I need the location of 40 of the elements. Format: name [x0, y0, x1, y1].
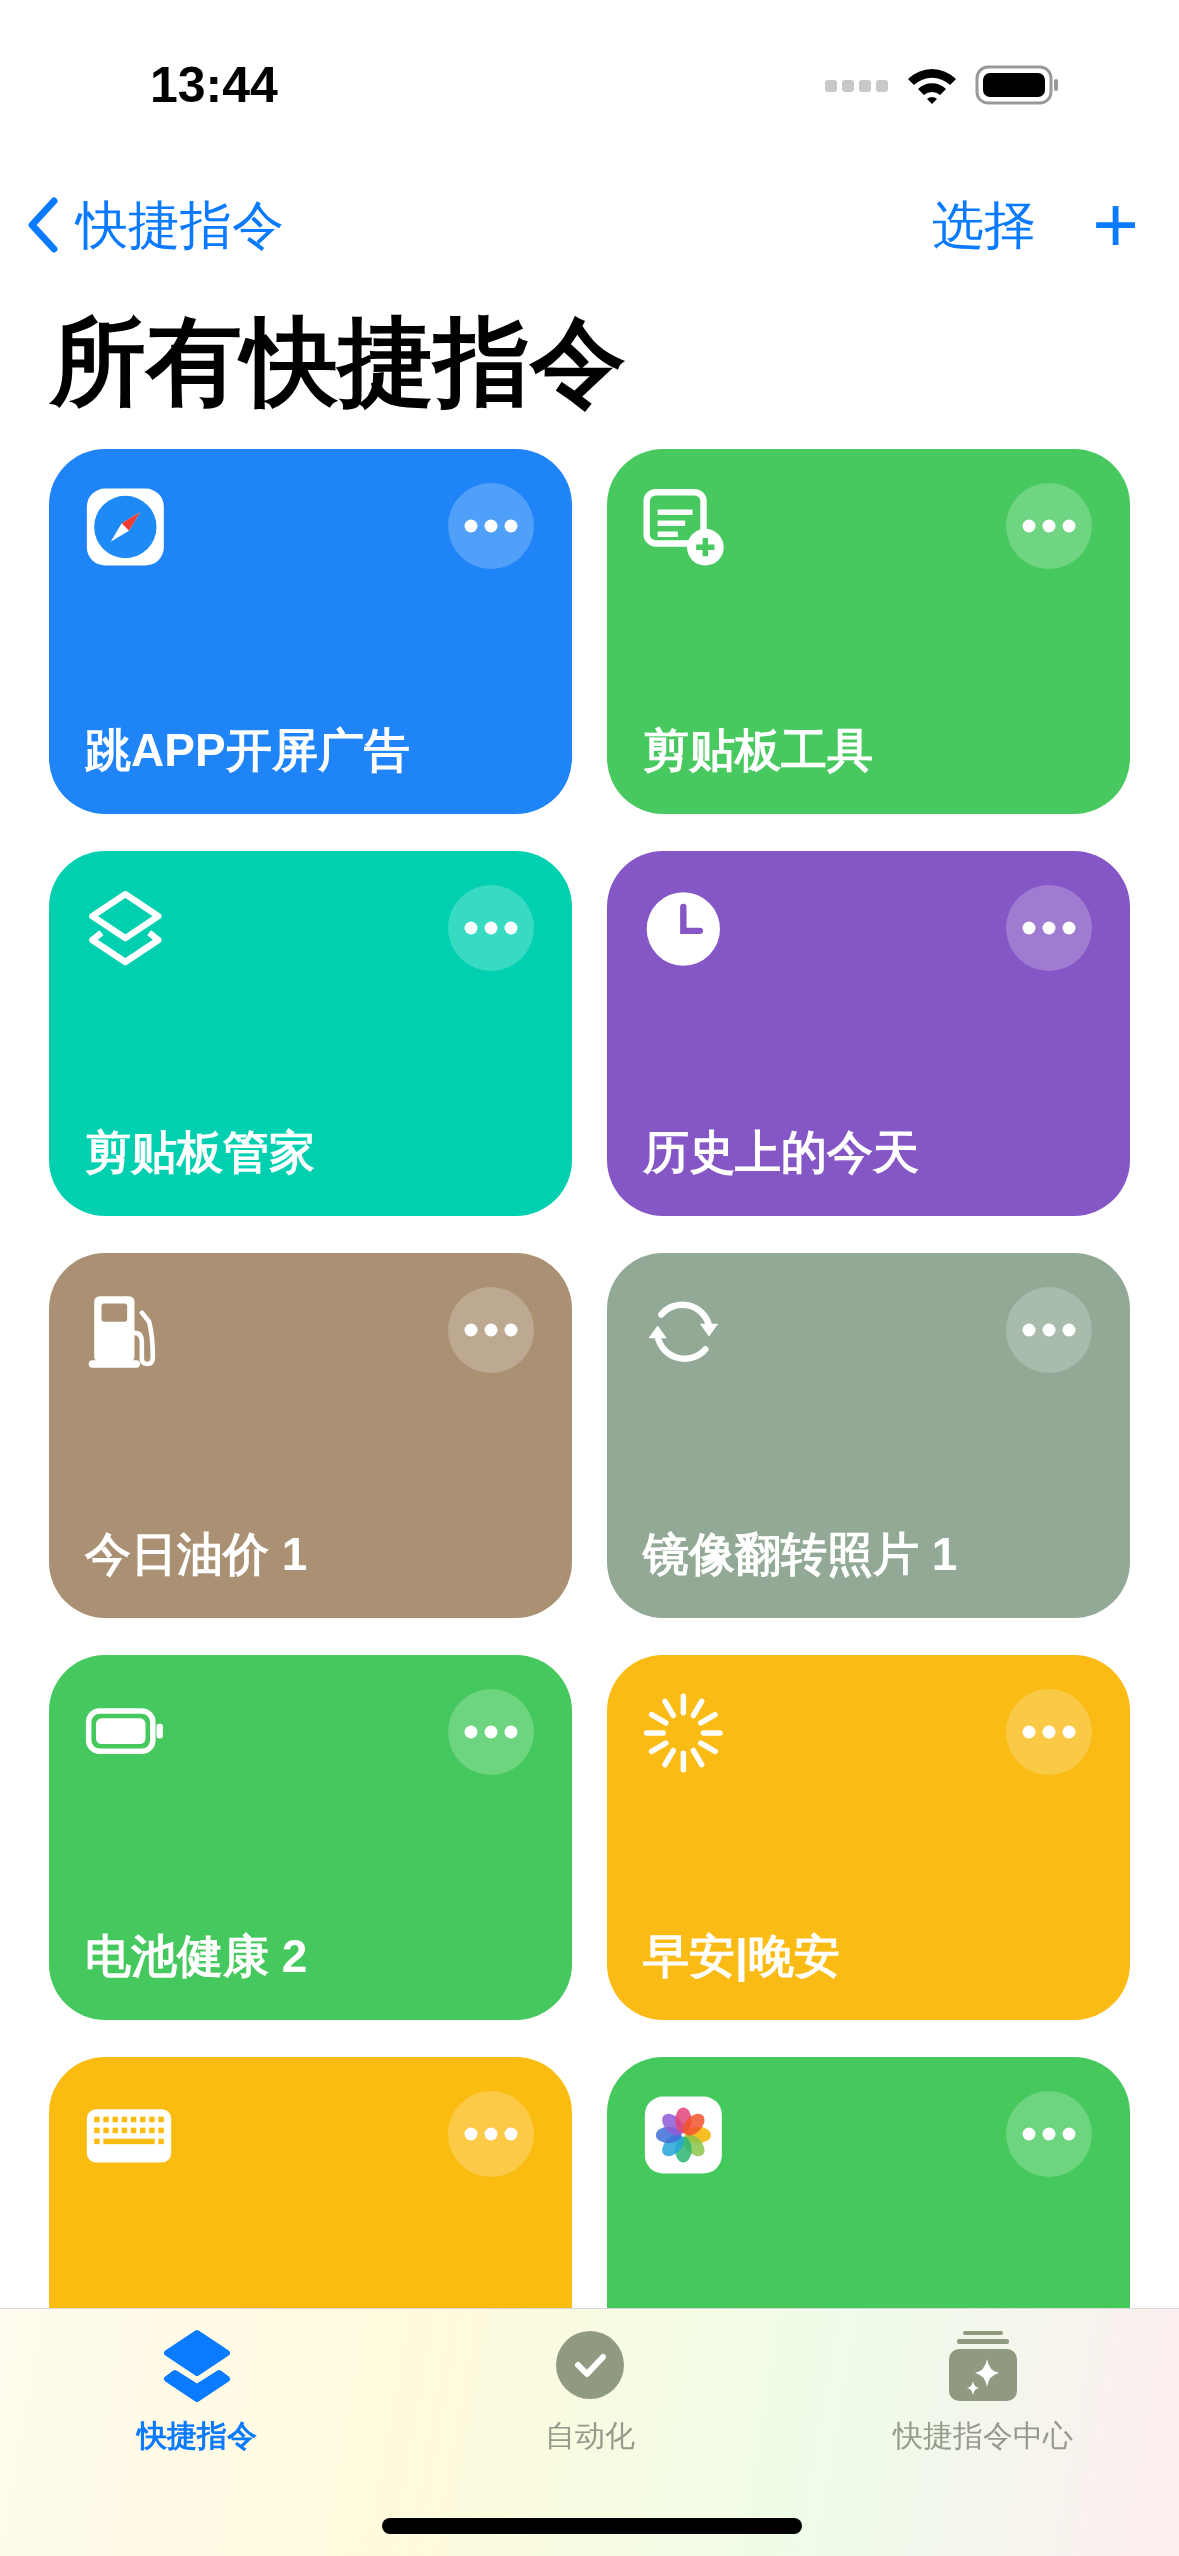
shortcut-title: 早安|晚安	[643, 1928, 841, 1984]
back-button[interactable]: 快捷指令	[26, 193, 284, 257]
shortcut-card[interactable]: 今日油价 1	[49, 1252, 572, 1618]
add-button[interactable]: +	[1092, 185, 1139, 265]
shortcut-card[interactable]: 剪贴板工具	[607, 448, 1130, 814]
shortcut-card[interactable]: 镜像翻转照片 1	[607, 1252, 1130, 1618]
ellipsis-icon	[464, 518, 518, 533]
ellipsis-icon	[1022, 2126, 1076, 2141]
cellular-icon	[825, 78, 889, 92]
shortcut-title: 历史上的今天	[643, 1124, 920, 1180]
ellipsis-icon	[1022, 518, 1076, 533]
shortcut-title: 跳APP开屏广告	[85, 722, 411, 778]
sparkle-card-icon	[946, 2329, 1019, 2403]
status-time: 13:44	[150, 55, 278, 115]
shortcut-card[interactable]: 剪贴板管家	[49, 850, 572, 1216]
page-title: 所有快捷指令	[50, 307, 627, 417]
ellipsis-icon	[1022, 920, 1076, 935]
shortcut-card[interactable]	[49, 2056, 572, 2308]
shortcut-card[interactable]: 早安|晚安	[607, 1654, 1130, 2020]
shortcut-card[interactable]	[607, 2056, 1130, 2308]
shortcut-card[interactable]: 跳APP开屏广告	[49, 448, 572, 814]
ellipsis-icon	[464, 2126, 518, 2141]
ellipsis-icon	[1022, 1322, 1076, 1337]
shortcut-title: 今日油价 1	[85, 1526, 309, 1582]
shortcut-title: 镜像翻转照片 1	[643, 1526, 959, 1582]
ellipsis-icon	[464, 920, 518, 935]
ellipsis-icon	[1022, 1724, 1076, 1739]
shortcut-title: 电池健康 2	[85, 1928, 309, 1984]
select-button[interactable]: 选择	[932, 193, 1037, 257]
shortcut-title: 剪贴板管家	[85, 1124, 316, 1180]
ellipsis-icon	[464, 1322, 518, 1337]
shortcut-card[interactable]: 电池健康 2	[49, 1654, 572, 2020]
tab-item[interactable]: 快捷指令	[46, 2309, 347, 2556]
chevron-left-icon	[26, 197, 60, 253]
shortcut-card[interactable]: 历史上的今天	[607, 850, 1130, 1216]
ellipsis-icon	[464, 1724, 518, 1739]
battery-icon	[975, 65, 1059, 105]
tab-item[interactable]: 自动化	[439, 2309, 740, 2556]
tab-item[interactable]: 快捷指令中心	[832, 2309, 1133, 2556]
shortcut-title: 剪贴板工具	[643, 722, 874, 778]
